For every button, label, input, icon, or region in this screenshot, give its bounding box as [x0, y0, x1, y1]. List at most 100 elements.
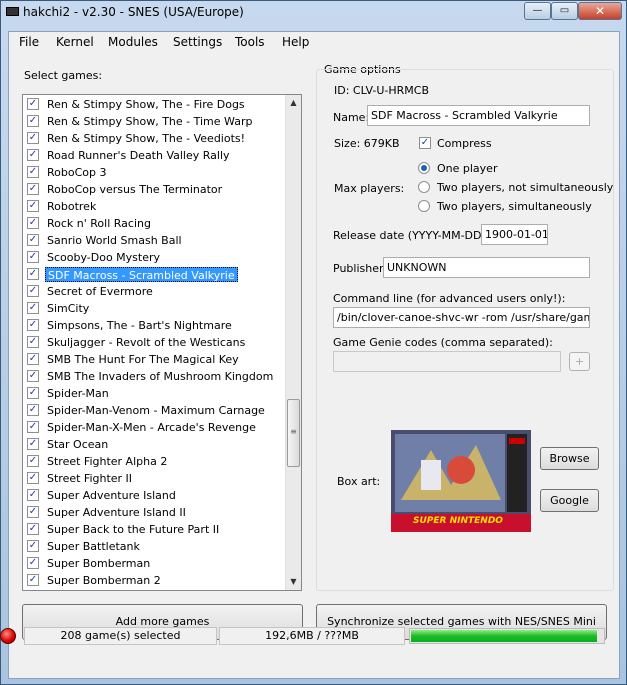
game-name: Ren & Stimpy Show, The - Fire Dogs	[47, 98, 245, 111]
game-checkbox[interactable]: ✓	[27, 302, 39, 314]
game-row[interactable]: ✓ SimCity	[23, 300, 287, 317]
game-checkbox[interactable]: ✓	[27, 98, 39, 110]
game-checkbox[interactable]: ✓	[27, 370, 39, 382]
box-art-label: Box art:	[337, 475, 381, 488]
game-name: Robotrek	[47, 200, 97, 213]
game-row[interactable]: ✓ SMB The Invaders of Mushroom Kingdom	[23, 368, 287, 385]
game-checkbox[interactable]: ✓	[27, 472, 39, 484]
game-row[interactable]: ✓ Super Battletank	[23, 538, 287, 555]
game-row[interactable]: ✓ Secret of Evermore	[23, 283, 287, 300]
game-name: Super Back to the Future Part II	[47, 523, 220, 536]
game-name: Scooby-Doo Mystery	[47, 251, 161, 264]
game-name: SMB The Invaders of Mushroom Kingdom	[47, 370, 274, 383]
game-checkbox[interactable]: ✓	[27, 200, 39, 212]
menu-tools[interactable]: Tools	[235, 35, 265, 49]
game-row[interactable]: ✓ Super Adventure Island II	[23, 504, 287, 521]
game-checkbox[interactable]: ✓	[27, 353, 39, 365]
game-row[interactable]: ✓ Robotrek	[23, 198, 287, 215]
game-row[interactable]: ✓ Spider-Man	[23, 385, 287, 402]
maximize-button[interactable]: ▭	[551, 2, 578, 20]
two-players-alt-radio[interactable]	[418, 181, 430, 193]
name-field[interactable]: SDF Macross - Scrambled Valkyrie	[367, 105, 590, 126]
games-list-scrollbar[interactable]: ▲ ≡ ▼	[285, 95, 301, 590]
title-bar[interactable]: hakchi2 - v2.30 - SNES (USA/Europe) — ▭ …	[1, 1, 626, 23]
game-name: RoboCop 3	[47, 166, 107, 179]
game-row[interactable]: ✓ Super Bomberman 2	[23, 572, 287, 589]
menu-modules[interactable]: Modules	[108, 35, 158, 49]
game-row[interactable]: ✓ SDF Macross - Scrambled Valkyrie	[23, 266, 287, 283]
compress-checkbox[interactable]: ✓	[419, 137, 431, 149]
menu-help[interactable]: Help	[282, 35, 309, 49]
game-name: Street Fighter II	[47, 472, 133, 485]
game-row[interactable]: ✓ Spider-Man-Venom - Maximum Carnage	[23, 402, 287, 419]
game-checkbox[interactable]: ✓	[27, 387, 39, 399]
game-checkbox[interactable]: ✓	[27, 540, 39, 552]
game-row[interactable]: ✓ Ren & Stimpy Show, The - Veediots!	[23, 130, 287, 147]
game-name: SimCity	[47, 302, 90, 315]
menu-file[interactable]: File	[19, 35, 39, 49]
game-checkbox[interactable]: ✓	[27, 574, 39, 586]
game-checkbox[interactable]: ✓	[27, 438, 39, 450]
game-checkbox[interactable]: ✓	[27, 234, 39, 246]
game-checkbox[interactable]: ✓	[27, 166, 39, 178]
game-row[interactable]: ✓ Star Ocean	[23, 436, 287, 453]
game-checkbox[interactable]: ✓	[27, 319, 39, 331]
game-name: Secret of Evermore	[47, 285, 153, 298]
game-row[interactable]: ✓ Street Fighter Alpha 2	[23, 453, 287, 470]
publisher-field[interactable]: UNKNOWN	[383, 257, 590, 278]
game-row[interactable]: ✓ Ren & Stimpy Show, The - Time Warp	[23, 113, 287, 130]
game-row[interactable]: ✓ Super Bomberman	[23, 555, 287, 572]
game-genie-add-button[interactable]: +	[569, 352, 590, 371]
game-row[interactable]: ✓ Skuljagger - Revolt of the Westicans	[23, 334, 287, 351]
game-row[interactable]: ✓ Spider-Man-X-Men - Arcade's Revenge	[23, 419, 287, 436]
game-row[interactable]: ✓ RoboCop versus The Terminator	[23, 181, 287, 198]
game-checkbox[interactable]: ✓	[27, 421, 39, 433]
game-row[interactable]: ✓ Super Back to the Future Part II	[23, 521, 287, 538]
scroll-up-arrow-icon[interactable]: ▲	[286, 95, 301, 111]
games-list[interactable]: ▲ ≡ ▼ ✓ Ren & Stimpy Show, The - Fire Dog…	[22, 94, 302, 591]
name-label: Name:	[333, 111, 370, 124]
game-checkbox[interactable]: ✓	[27, 506, 39, 518]
google-button[interactable]: Google	[540, 489, 599, 512]
max-players-label: Max players:	[334, 182, 405, 195]
game-checkbox[interactable]: ✓	[27, 455, 39, 467]
minimize-button[interactable]: —	[524, 2, 551, 20]
one-player-label: One player	[437, 162, 498, 175]
scroll-down-arrow-icon[interactable]: ▼	[286, 574, 301, 590]
game-row[interactable]: ✓ RoboCop 3	[23, 164, 287, 181]
game-checkbox[interactable]: ✓	[27, 557, 39, 569]
game-row[interactable]: ✓ Street Fighter II	[23, 470, 287, 487]
game-row[interactable]: ✓ SMB The Hunt For The Magical Key	[23, 351, 287, 368]
game-row[interactable]: ✓ Ren & Stimpy Show, The - Fire Dogs	[23, 96, 287, 113]
game-checkbox[interactable]: ✓	[27, 404, 39, 416]
game-checkbox[interactable]: ✓	[27, 183, 39, 195]
game-checkbox[interactable]: ✓	[27, 336, 39, 348]
game-row[interactable]: ✓ Scooby-Doo Mystery	[23, 249, 287, 266]
command-line-field[interactable]: /bin/clover-canoe-shvc-wr -rom /usr/shar…	[333, 307, 590, 328]
game-checkbox[interactable]: ✓	[27, 115, 39, 127]
game-checkbox[interactable]: ✓	[27, 217, 39, 229]
game-checkbox[interactable]: ✓	[27, 285, 39, 297]
game-row[interactable]: ✓ Simpsons, The - Bart's Nightmare	[23, 317, 287, 334]
release-date-field[interactable]: 1900-01-01	[481, 224, 548, 245]
game-row[interactable]: ✓ Sanrio World Smash Ball	[23, 232, 287, 249]
game-genie-field[interactable]	[333, 351, 561, 372]
game-checkbox[interactable]: ✓	[27, 132, 39, 144]
game-checkbox[interactable]: ✓	[27, 149, 39, 161]
browse-button[interactable]: Browse	[540, 447, 599, 470]
one-player-radio[interactable]	[418, 162, 430, 174]
scroll-thumb[interactable]: ≡	[287, 399, 300, 467]
game-row[interactable]: ✓ Road Runner's Death Valley Rally	[23, 147, 287, 164]
two-players-sim-radio[interactable]	[418, 200, 430, 212]
game-checkbox[interactable]: ✓	[27, 489, 39, 501]
game-checkbox[interactable]: ✓	[27, 251, 39, 263]
game-name: RoboCop versus The Terminator	[47, 183, 223, 196]
status-indicator-icon	[0, 628, 16, 644]
game-row[interactable]: ✓ Super Adventure Island	[23, 487, 287, 504]
game-row[interactable]: ✓ Rock n' Roll Racing	[23, 215, 287, 232]
game-checkbox[interactable]: ✓	[27, 523, 39, 535]
menu-settings[interactable]: Settings	[173, 35, 222, 49]
close-button[interactable]: ✕	[578, 2, 622, 20]
game-checkbox[interactable]: ✓	[27, 268, 39, 280]
menu-kernel[interactable]: Kernel	[56, 35, 94, 49]
